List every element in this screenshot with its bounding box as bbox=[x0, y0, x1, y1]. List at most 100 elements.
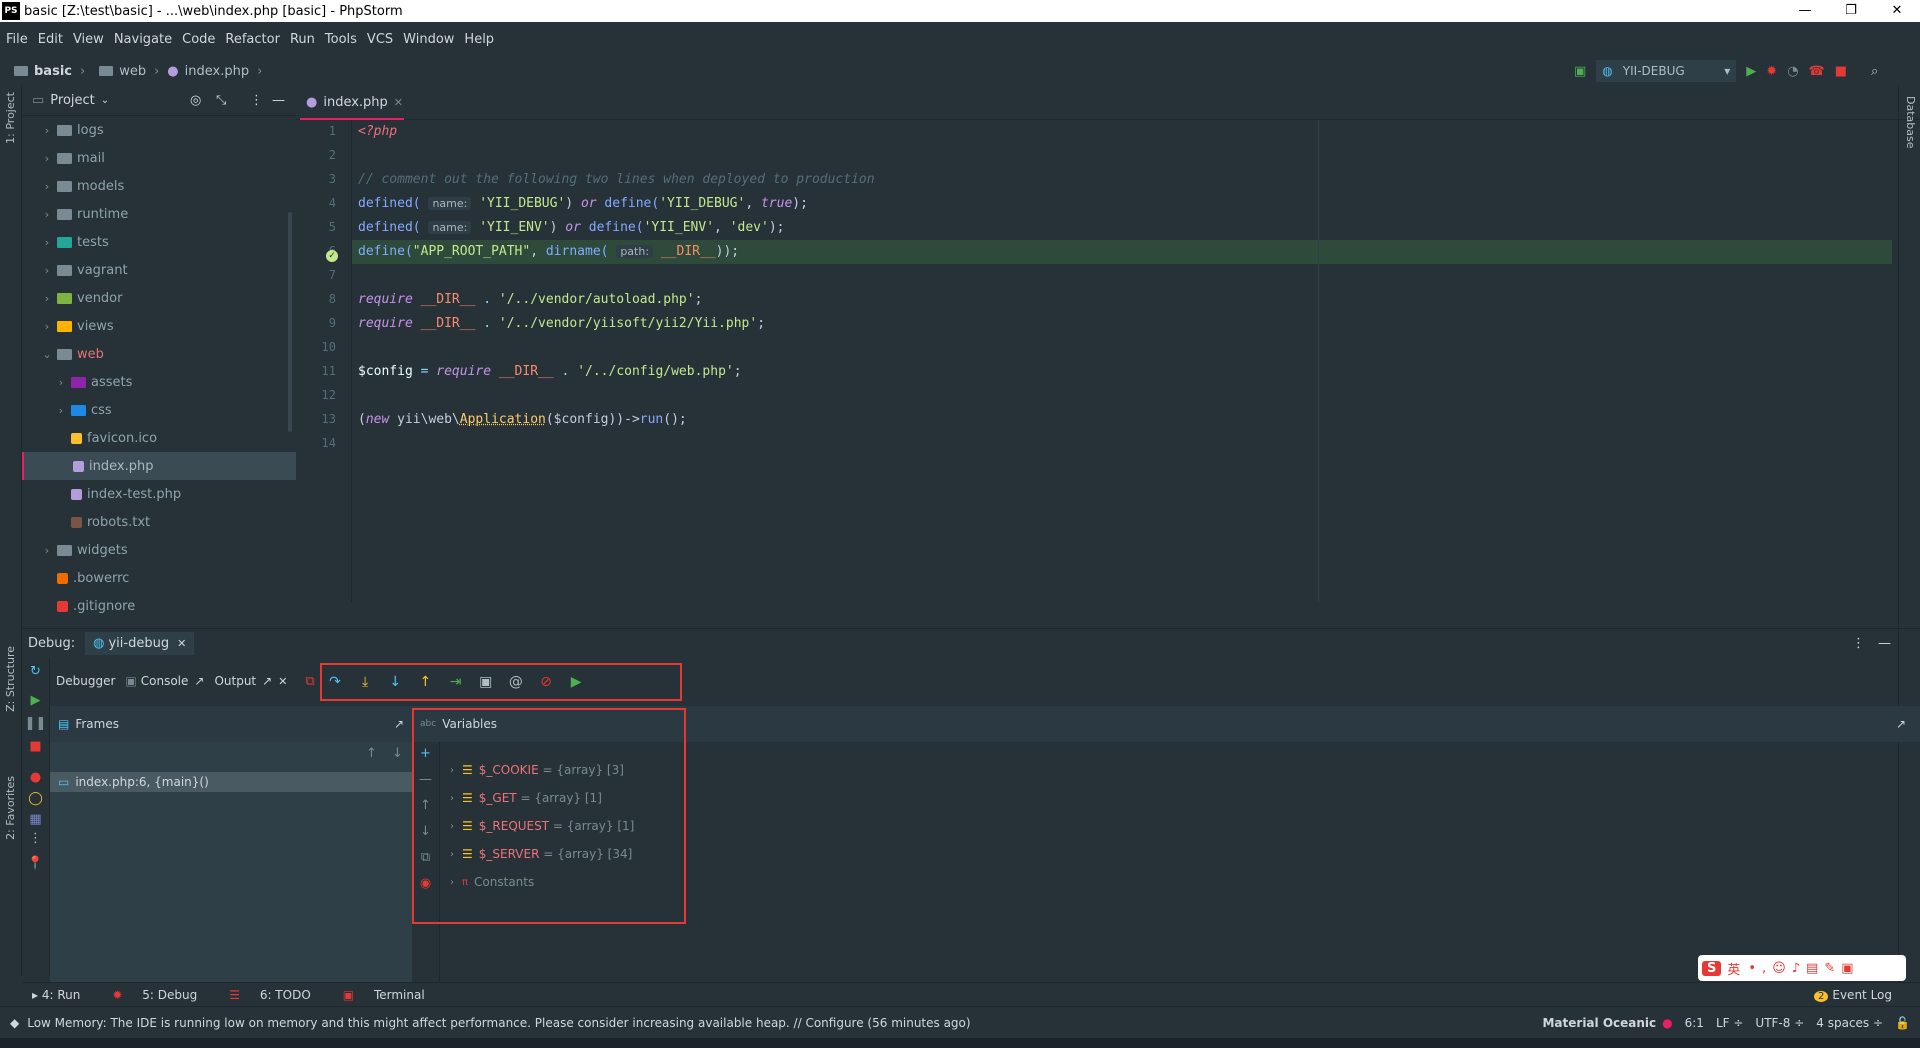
tree-item[interactable]: ⌄ web bbox=[22, 340, 296, 368]
hide-panel-icon[interactable]: — bbox=[272, 93, 285, 108]
tool-terminal[interactable]: ▣ Terminal bbox=[343, 988, 441, 1002]
pause-icon[interactable]: ❚❚ bbox=[22, 716, 49, 731]
menu-navigate[interactable]: Navigate bbox=[114, 32, 172, 47]
chevron-down-icon[interactable]: ⌄ bbox=[40, 348, 54, 361]
tab-console[interactable]: ▣ Console ↗ bbox=[125, 674, 204, 688]
mute-breakpoints-icon[interactable]: ◯ bbox=[22, 791, 49, 806]
resume-program-icon[interactable]: ▶ bbox=[563, 665, 589, 699]
file-encoding[interactable]: UTF-8 ÷ bbox=[1755, 1016, 1804, 1030]
open-in-new-icon[interactable]: ↗ bbox=[262, 674, 272, 688]
project-panel-title[interactable]: Project bbox=[50, 93, 94, 108]
disable-breakpoints-icon[interactable]: ⊘ bbox=[533, 665, 559, 699]
maximize-button[interactable]: ❐ bbox=[1828, 0, 1874, 22]
run-config-select[interactable]: ◍ YII-DEBUG ▾ bbox=[1596, 60, 1737, 82]
stop-icon[interactable]: ■ bbox=[22, 739, 49, 754]
chevron-right-icon[interactable]: › bbox=[40, 236, 54, 249]
theme-label[interactable]: Material Oceanic bbox=[1542, 1016, 1656, 1030]
frame-item[interactable]: ▭ index.php:6, {main}() bbox=[50, 772, 412, 792]
status-message[interactable]: Low Memory: The IDE is running low on me… bbox=[27, 1016, 970, 1030]
ime-language[interactable]: 英 bbox=[1727, 959, 1740, 978]
frame-down-icon[interactable]: ↓ bbox=[392, 746, 403, 761]
tool-debug[interactable]: ✹ 5: Debug bbox=[112, 988, 213, 1002]
tab-debugger[interactable]: Debugger bbox=[56, 674, 115, 688]
chevron-right-icon[interactable]: › bbox=[40, 544, 54, 557]
menu-vcs[interactable]: VCS bbox=[367, 32, 393, 47]
chevron-right-icon[interactable]: › bbox=[40, 180, 54, 193]
frame-up-icon[interactable]: ↑ bbox=[366, 746, 377, 761]
caret-position[interactable]: 6:1 bbox=[1685, 1016, 1704, 1030]
more-icon[interactable]: ⋮ bbox=[22, 831, 49, 846]
layout-icon[interactable]: ▦ bbox=[22, 812, 49, 827]
menu-code[interactable]: Code bbox=[182, 32, 215, 47]
tree-item[interactable]: › css bbox=[22, 396, 296, 424]
menu-file[interactable]: File bbox=[6, 32, 28, 47]
search-icon[interactable]: ⌕ bbox=[1871, 64, 1878, 79]
tree-item[interactable]: › vagrant bbox=[22, 256, 296, 284]
tree-item[interactable]: index-test.php bbox=[22, 480, 296, 508]
project-tool-window-tab[interactable]: 1: Project bbox=[4, 92, 17, 144]
locate-file-icon[interactable]: ◎ bbox=[190, 93, 201, 108]
line-separator[interactable]: LF ÷ bbox=[1716, 1016, 1743, 1030]
tool-run[interactable]: ▸ 4: Run bbox=[32, 988, 96, 1002]
options-menu-icon[interactable]: ⋮ bbox=[250, 93, 263, 108]
code-editor[interactable]: <?php // comment out the following two l… bbox=[352, 120, 1898, 602]
force-step-into-icon[interactable]: ↓ bbox=[382, 665, 408, 699]
open-in-new-icon[interactable]: ↗ bbox=[394, 717, 404, 731]
tree-item[interactable]: .gitignore bbox=[22, 592, 296, 620]
chevron-right-icon[interactable]: › bbox=[40, 208, 54, 221]
notification-icon[interactable]: ◆ bbox=[10, 1016, 19, 1030]
collapse-all-icon[interactable]: ⤡ bbox=[216, 93, 226, 108]
tree-item[interactable]: › vendor bbox=[22, 284, 296, 312]
tab-output[interactable]: Output ↗ ✕ bbox=[214, 674, 287, 688]
open-in-new-icon[interactable]: ↗ bbox=[194, 674, 204, 688]
tool-todo[interactable]: ☰ 6: TODO bbox=[229, 988, 327, 1002]
close-tab-icon[interactable]: ✕ bbox=[278, 675, 287, 688]
run-icon[interactable]: ▶ bbox=[1746, 64, 1756, 79]
menu-refactor[interactable]: Refactor bbox=[225, 32, 280, 47]
database-tool-window-tab[interactable]: Database bbox=[1904, 96, 1917, 149]
tree-item[interactable]: › mail bbox=[22, 144, 296, 172]
view-breakpoints-icon[interactable]: ● bbox=[22, 770, 49, 785]
structure-tool-window-tab[interactable]: Z: Structure bbox=[4, 646, 17, 712]
tree-item[interactable]: › logs bbox=[22, 116, 296, 144]
indent-setting[interactable]: 4 spaces ÷ bbox=[1816, 1016, 1883, 1030]
open-in-new-icon[interactable]: ↗ bbox=[1896, 717, 1906, 731]
tree-item[interactable]: › assets bbox=[22, 368, 296, 396]
close-tab-icon[interactable]: ✕ bbox=[394, 96, 403, 109]
lock-icon[interactable]: 🔓 bbox=[1895, 1016, 1910, 1030]
editor-tab-index-php[interactable]: ● index.php ✕ bbox=[300, 86, 404, 120]
close-session-icon[interactable]: ✕ bbox=[177, 637, 186, 650]
terminal-run-icon[interactable]: ▣ bbox=[1574, 64, 1586, 79]
breadcrumb-project[interactable]: basic bbox=[34, 64, 72, 79]
listen-debug-icon[interactable]: ☎ bbox=[1809, 64, 1825, 79]
step-over-icon[interactable]: ↷ bbox=[322, 665, 348, 699]
tool-event-log[interactable]: 2 Event Log bbox=[1814, 988, 1908, 1002]
coverage-icon[interactable]: ◔ bbox=[1787, 64, 1798, 79]
ime-toolbar[interactable]: S 英 •,☺♪▤✎▣ bbox=[1698, 955, 1906, 981]
menu-view[interactable]: View bbox=[73, 32, 104, 47]
menu-tools[interactable]: Tools bbox=[325, 32, 357, 47]
tree-scrollbar[interactable] bbox=[288, 212, 292, 432]
chevron-right-icon[interactable]: › bbox=[54, 404, 68, 417]
tree-item[interactable]: › widgets bbox=[22, 536, 296, 564]
breadcrumb-folder[interactable]: web bbox=[119, 64, 146, 79]
breakpoint-check-icon[interactable]: ✓ bbox=[326, 250, 338, 262]
tree-item[interactable]: favicon.ico bbox=[22, 424, 296, 452]
restore-layout-icon[interactable]: ⧉ bbox=[305, 674, 314, 689]
minimize-button[interactable]: — bbox=[1782, 0, 1828, 22]
watch-icon[interactable]: @ bbox=[503, 665, 529, 699]
breadcrumb-file[interactable]: index.php bbox=[185, 64, 249, 79]
rerun-icon[interactable]: ↻ bbox=[22, 664, 49, 679]
tree-item[interactable]: › models bbox=[22, 172, 296, 200]
tree-item[interactable]: › tests bbox=[22, 228, 296, 256]
hide-panel-icon[interactable]: — bbox=[1878, 636, 1891, 651]
tree-item[interactable]: › views bbox=[22, 312, 296, 340]
tree-item[interactable]: › runtime bbox=[22, 200, 296, 228]
tree-item[interactable]: robots.txt bbox=[22, 508, 296, 536]
chevron-right-icon[interactable]: › bbox=[40, 152, 54, 165]
step-into-icon[interactable]: ⤓ bbox=[352, 665, 378, 699]
evaluate-expression-icon[interactable]: ▣ bbox=[473, 665, 499, 699]
chevron-down-icon[interactable]: ⌄ bbox=[101, 95, 109, 106]
debug-session-tab[interactable]: ◍ yii-debug ✕ bbox=[85, 632, 195, 655]
debug-bug-icon[interactable]: ✹ bbox=[1766, 64, 1777, 79]
